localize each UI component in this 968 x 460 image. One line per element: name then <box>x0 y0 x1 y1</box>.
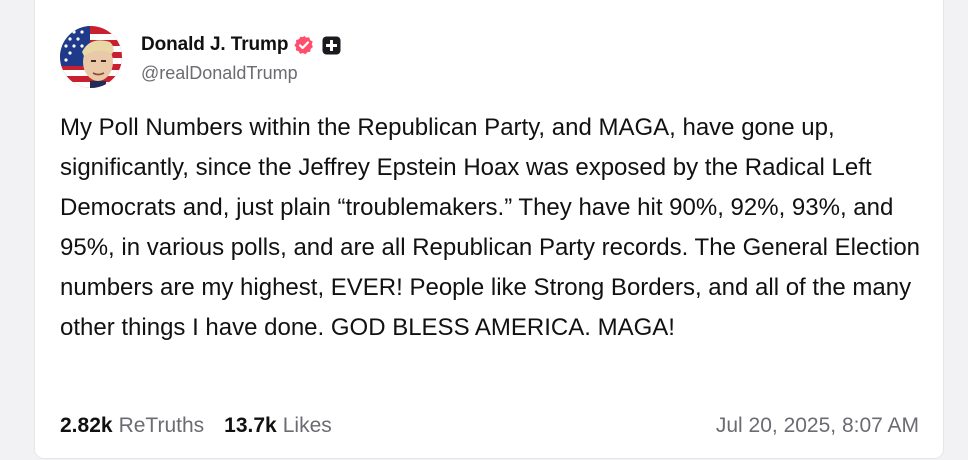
author-handle[interactable]: @realDonaldTrump <box>141 63 298 84</box>
likes-count: 13.7k <box>224 414 277 437</box>
likes-stat[interactable]: 13.7k Likes <box>224 414 332 438</box>
author-avatar[interactable] <box>60 26 122 88</box>
truth-plus-icon <box>322 36 341 55</box>
retruths-label: ReTruths <box>118 414 205 437</box>
avatar-image <box>60 26 122 88</box>
likes-label: Likes <box>282 414 332 437</box>
retruths-count: 2.82k <box>60 414 113 437</box>
post-footer: 2.82k ReTruths 13.7k Likes Jul 20, 2025,… <box>60 411 919 441</box>
author-display-name[interactable]: Donald J. Trump <box>141 34 288 56</box>
post-timestamp[interactable]: Jul 20, 2025, 8:07 AM <box>716 414 919 438</box>
author-name-row: Donald J. Trump <box>141 32 341 58</box>
post-text: My Poll Numbers within the Republican Pa… <box>60 114 921 341</box>
retruths-stat[interactable]: 2.82k ReTruths <box>60 414 204 438</box>
post-card: Donald J. Trump @realDonaldTrump My Poll… <box>34 0 944 459</box>
verified-badge-icon <box>294 35 314 55</box>
